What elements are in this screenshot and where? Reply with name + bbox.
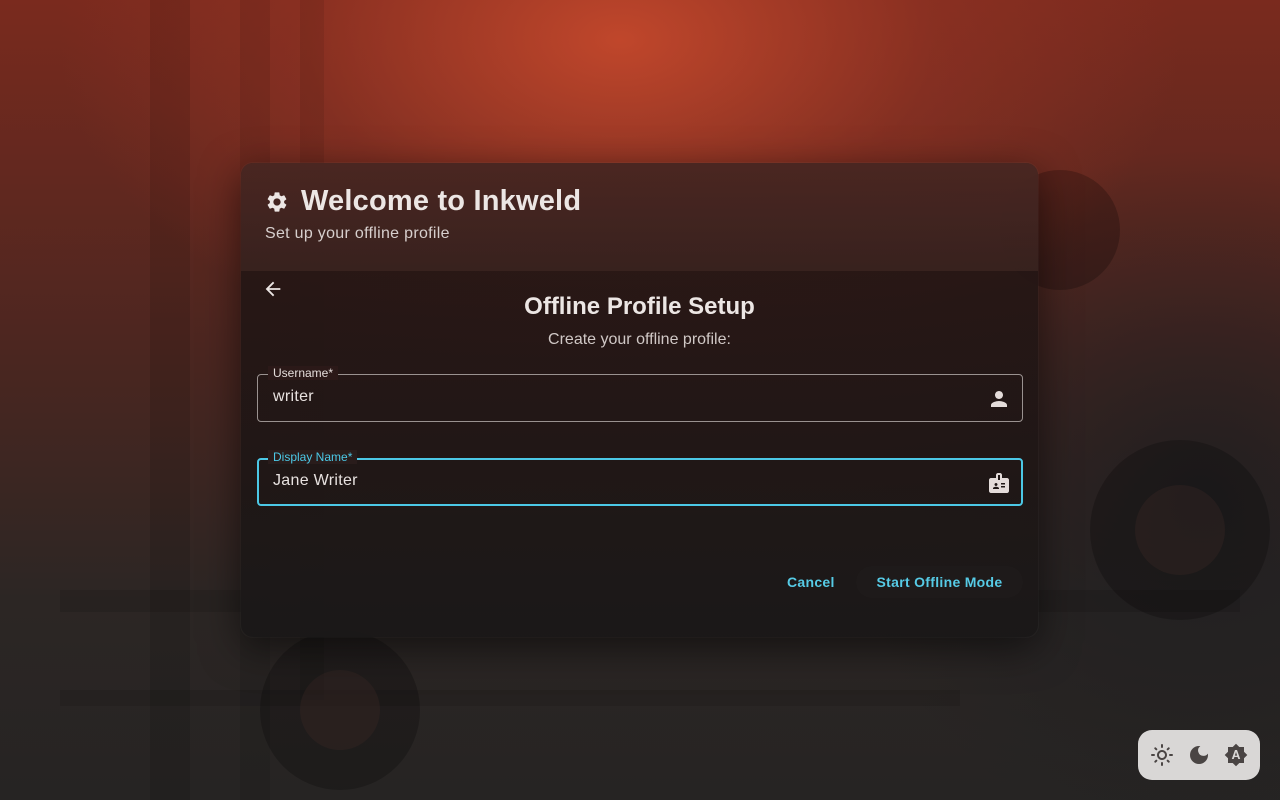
section-title: Offline Profile Setup — [524, 293, 755, 320]
display-name-input[interactable]: Jane Writer — [273, 472, 358, 490]
dialog-header: Welcome to Inkweld Set up your offline p… — [241, 163, 1038, 271]
section-subtitle: Create your offline profile: — [548, 331, 731, 348]
header-title-row: Welcome to Inkweld — [265, 185, 581, 218]
person-icon — [991, 391, 1007, 407]
dark-mode-icon — [1189, 746, 1208, 764]
dialog-title: Welcome to Inkweld — [301, 185, 582, 217]
badge-icon — [989, 473, 1009, 493]
username-field[interactable]: Username* writer — [257, 366, 1023, 422]
theme-switcher — [1138, 730, 1260, 780]
dark-mode-button[interactable] — [1185, 741, 1213, 769]
dialog-subtitle: Set up your offline profile — [265, 225, 450, 242]
auto-mode-button[interactable] — [1222, 741, 1250, 769]
display-name-label: Display Name* — [268, 450, 358, 464]
username-label: Username* — [268, 366, 339, 380]
light-mode-button[interactable] — [1148, 741, 1176, 769]
light-mode-icon — [1151, 744, 1174, 766]
welcome-dialog: Welcome to Inkweld Set up your offline p… — [241, 163, 1038, 637]
username-input[interactable]: writer — [273, 388, 314, 406]
auto-mode-icon — [1224, 743, 1247, 767]
display-name-field[interactable]: Display Name* Jane Writer — [257, 450, 1023, 506]
cancel-button[interactable]: Cancel — [777, 566, 845, 598]
gear-icon — [267, 191, 287, 212]
start-offline-mode-button[interactable]: Start Offline Mode — [856, 566, 1023, 598]
